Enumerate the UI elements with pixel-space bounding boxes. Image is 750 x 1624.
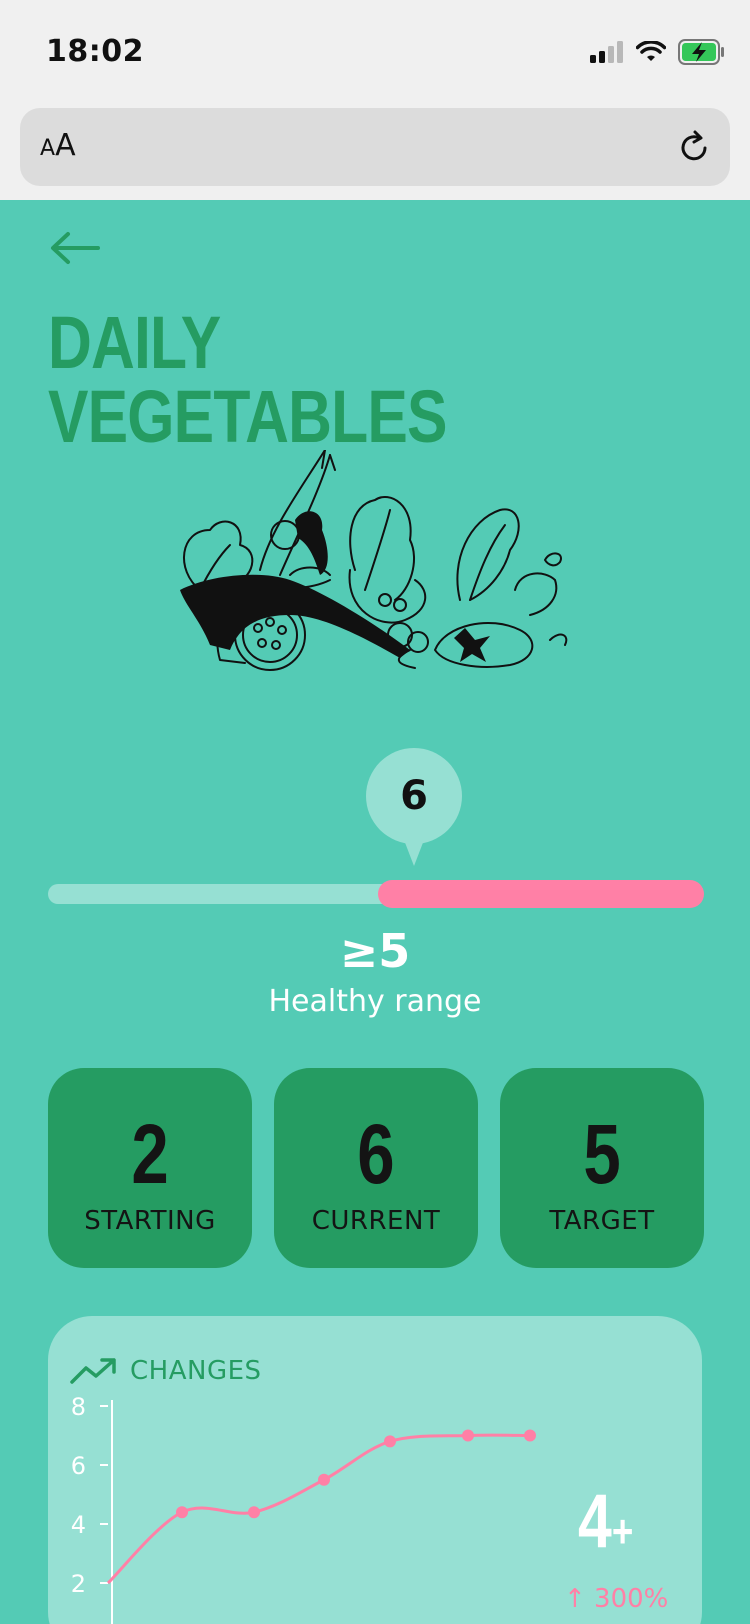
stat-label: STARTING [84,1206,216,1236]
address-bar[interactable]: AA [20,108,730,186]
stat-label: TARGET [549,1206,655,1236]
changes-title: CHANGES [130,1356,262,1386]
vegetable-yoga-illustration [180,450,568,671]
text-size-button[interactable]: AA [40,128,76,163]
stat-label: CURRENT [311,1206,441,1236]
slider-bubble-tail [404,840,424,866]
page-title: DAILY VEGETABLES [48,301,447,458]
wifi-icon [636,41,666,61]
stat-value: 2 [131,1107,169,1201]
stat-value: 6 [357,1107,395,1201]
stat-card-current: 6 CURRENT [274,1068,478,1268]
healthy-range-value: ≥5 [339,924,411,978]
stat-card-starting: 2 STARTING [48,1068,252,1268]
y-tick-label: 8 [71,1393,86,1421]
changes-card: 8 6 4 2 CHANGES 4+ ↑ 300% [48,1316,702,1624]
y-tick-label: 4 [71,1511,86,1539]
trending-up-icon [70,1358,116,1384]
data-point [384,1435,396,1448]
data-point [524,1429,536,1442]
stat-value: 5 [583,1107,621,1201]
status-time: 18:02 [46,34,144,69]
change-percent: ↑ 300% [564,1584,669,1614]
battery-charging-icon [678,39,724,65]
browser-toolbar: AA [0,100,750,200]
series-line [106,1433,531,1585]
y-tick-label: 2 [71,1570,86,1598]
status-icons [590,38,726,66]
healthy-range-label: Healthy range [268,984,482,1019]
change-amount: 4+ [578,1479,634,1564]
stats-cards: 2 STARTING 6 CURRENT 5 TARGET [48,1068,704,1268]
reload-icon[interactable] [674,128,714,168]
data-point [248,1506,260,1519]
signal-icon [590,41,623,63]
y-tick-label: 6 [71,1452,86,1480]
healthy-range-bar[interactable] [378,880,704,908]
status-bar: 18:02 [0,0,750,100]
stat-card-target: 5 TARGET [500,1068,704,1268]
data-point [176,1506,188,1519]
changes-header: CHANGES [70,1356,262,1386]
data-point [318,1473,330,1486]
back-arrow-icon[interactable] [48,228,102,268]
data-point [462,1429,474,1442]
slider-value-bubble: 6 [366,748,462,844]
